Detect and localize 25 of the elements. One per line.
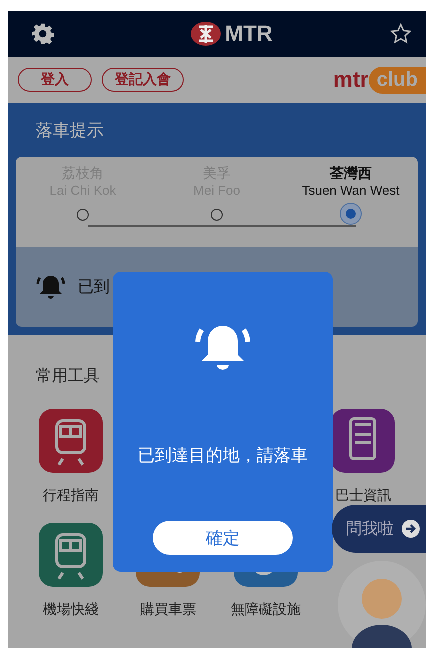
station-name: 荃灣西 [330, 165, 372, 183]
tool-label: 無障礙設施 [230, 601, 301, 619]
tool-label: 機場快綫 [42, 601, 99, 619]
chat-bubble[interactable]: 問我啦 [332, 505, 426, 553]
train-icon[interactable] [38, 409, 103, 473]
logo-text: MTR [225, 21, 273, 47]
star-icon[interactable] [390, 23, 412, 45]
bus-icon[interactable] [331, 409, 396, 473]
section-title: 常用工具 [35, 365, 100, 387]
train-icon[interactable] [38, 523, 103, 587]
member-button[interactable]: 登記入會 [102, 68, 184, 92]
tool-label: 行程指南 [42, 487, 99, 505]
assistant-avatar[interactable] [338, 561, 426, 648]
mtr-logo-icon [191, 22, 222, 46]
tool-label: 購買車票 [140, 601, 196, 619]
station-name-english: Tsuen Wan West [302, 183, 400, 198]
section-title: 落車提示 [35, 120, 105, 142]
member-button[interactable]: 登入 [18, 68, 92, 92]
confirm-button[interactable]: 確定 [153, 521, 293, 555]
club-logo-text: mtr [333, 67, 369, 93]
dialog-message: 已到達目的地，請落車 [138, 445, 308, 467]
club-logo-badge: club [368, 66, 426, 94]
notice-text: 已到 [78, 276, 110, 298]
tool-label: 巴士資訊 [335, 487, 392, 505]
settings-icon[interactable] [32, 23, 54, 45]
